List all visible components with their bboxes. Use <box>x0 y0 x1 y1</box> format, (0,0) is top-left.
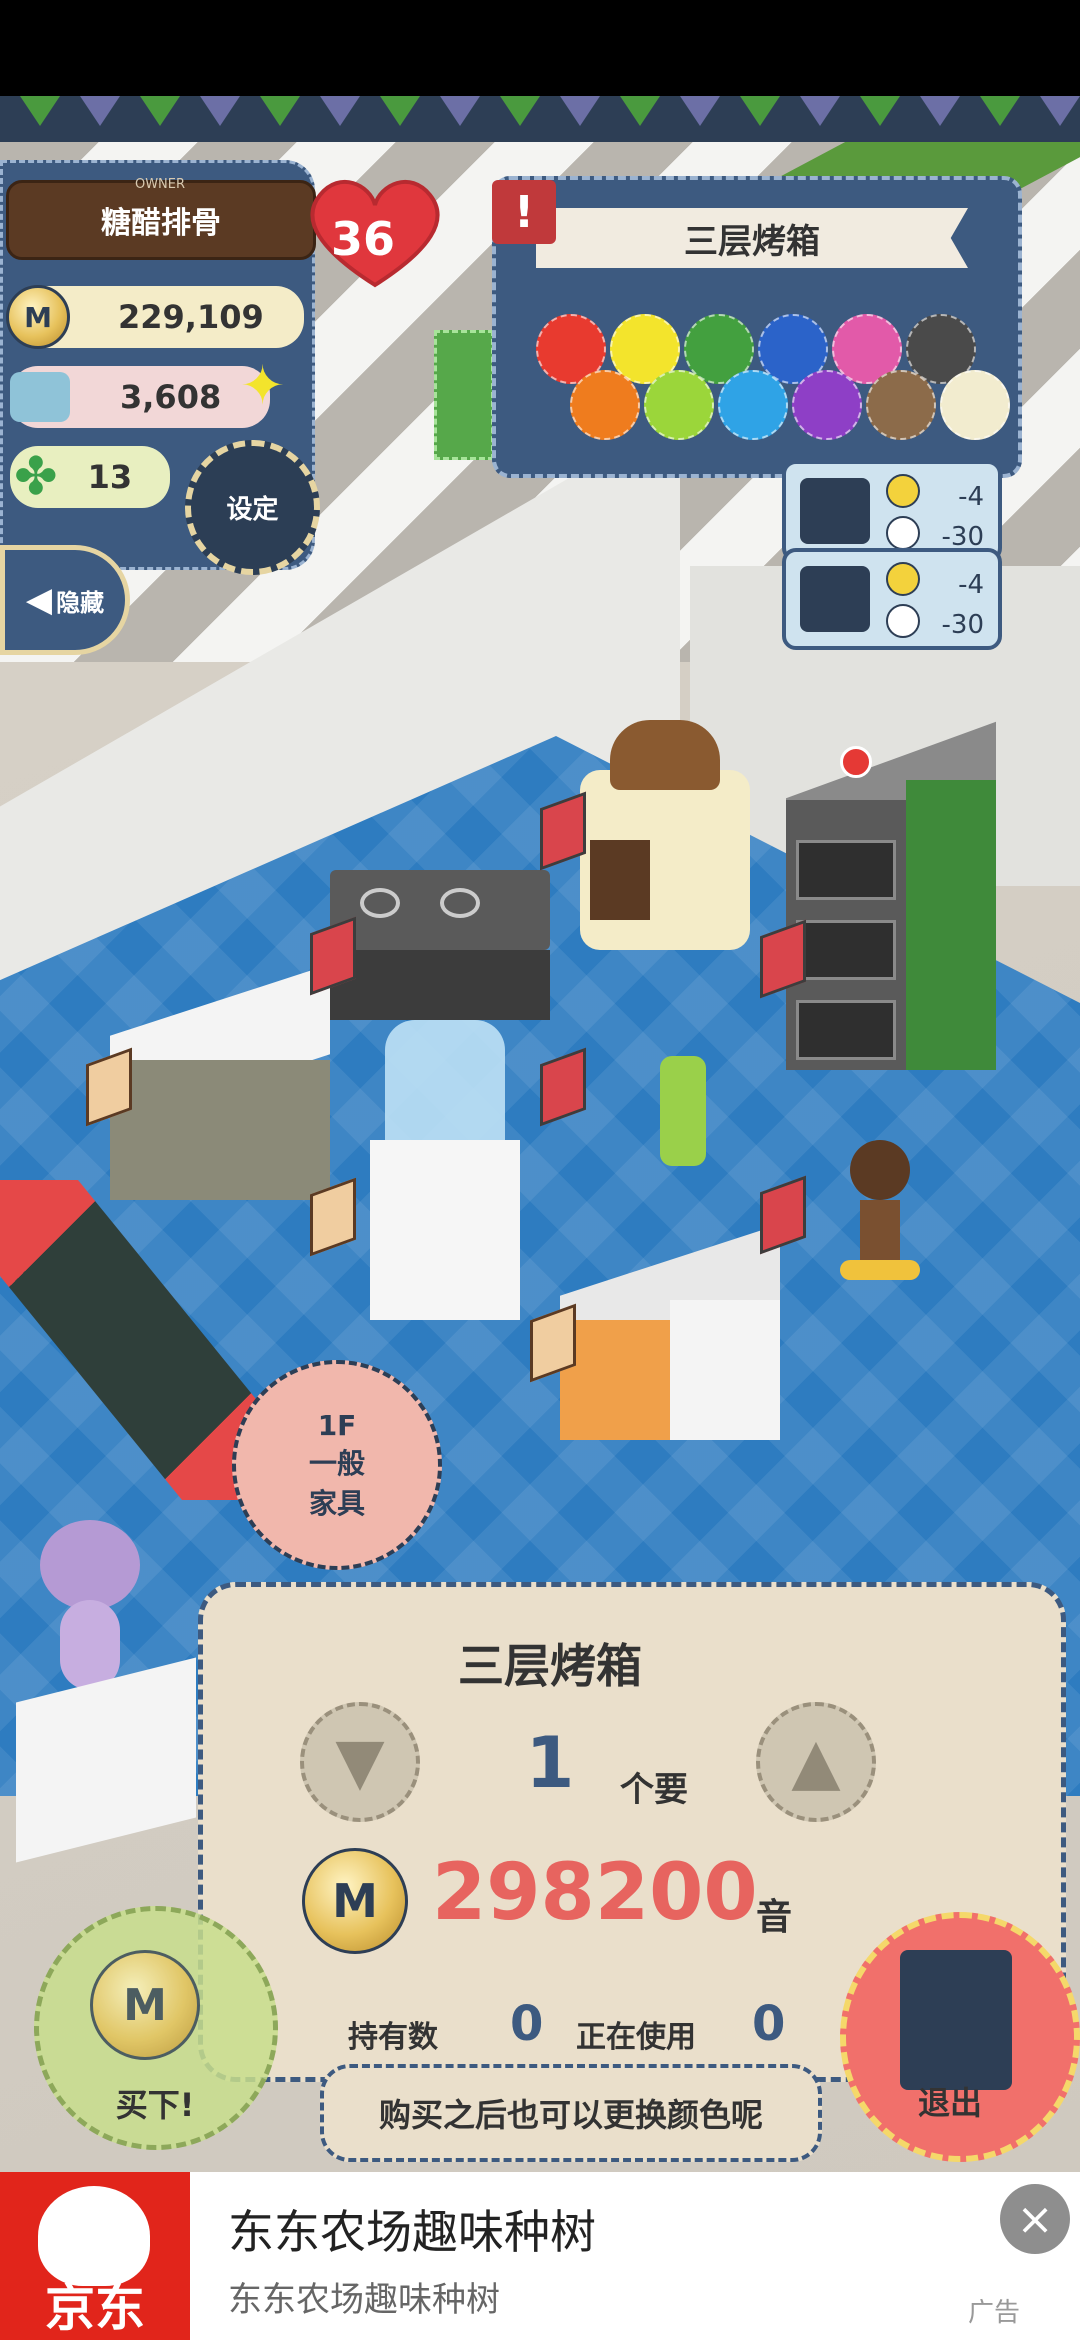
ad-title[interactable]: 东东农场趣味种树 <box>228 2196 596 2262</box>
increase-quantity-button[interactable]: ▲ <box>756 1702 876 1822</box>
effect-time-value: -30 <box>941 610 984 640</box>
ad-subtitle[interactable]: 东东农场趣味种树 <box>228 2272 500 2321</box>
alert-badge: ! <box>492 180 556 244</box>
owned-label: 持有数 <box>348 2020 438 2055</box>
decrease-quantity-button[interactable]: ▼ <box>300 1702 420 1822</box>
rice-cooker-furniture[interactable] <box>560 720 760 950</box>
sparkle-icon: ✦ <box>240 354 286 417</box>
settings-label: 设定 <box>226 495 279 525</box>
green-sign-furniture[interactable] <box>660 1056 706 1166</box>
color-change-tip: 购买之后也可以更换颜色呢 <box>320 2064 822 2162</box>
quantity-value: 1 <box>525 1722 575 1804</box>
microwave-icon <box>800 478 870 544</box>
close-icon: × <box>1016 2193 1054 2245</box>
back-arrow-icon: ◀ <box>25 580 53 620</box>
coffee-siphon-furniture[interactable] <box>840 1140 920 1290</box>
clover-counter: ✤ 13 <box>10 446 170 508</box>
bunting-decoration <box>0 96 1080 142</box>
owned-value: 0 <box>510 1996 544 2052</box>
in-use-label: 正在使用 <box>576 2020 696 2055</box>
item-counter: 3,608 <box>10 366 270 428</box>
jd-logo[interactable]: 京东 <box>0 2172 190 2340</box>
hide-button[interactable]: ◀ 隐藏 <box>0 545 130 655</box>
color-panel-title: 三层烤箱 <box>536 208 968 268</box>
ad-tag: 广告 <box>968 2298 1021 2328</box>
clover-value: 13 <box>87 458 133 496</box>
owner-caption: OWNER <box>134 177 186 192</box>
color-swatch-brown[interactable] <box>866 370 936 440</box>
water-dispenser-furniture[interactable] <box>370 1020 520 1320</box>
coin-value: 229,109 <box>118 298 264 336</box>
effect-mood-value: -4 <box>958 482 984 512</box>
settings-button[interactable]: 设定 <box>185 440 320 575</box>
price-unit: 音 <box>756 1897 793 1938</box>
clover-icon: ✤ <box>14 447 58 507</box>
exit-door-icon <box>900 1950 1012 2090</box>
color-swatch-sky-blue[interactable] <box>718 370 788 440</box>
arrow-down-icon: ▼ <box>335 1725 385 1799</box>
quantity-unit: 个要 <box>620 1770 688 1810</box>
arrow-up-icon: ▲ <box>791 1725 841 1799</box>
color-swatch-cream[interactable] <box>940 370 1010 440</box>
category-line-1: 一般 <box>308 1446 365 1480</box>
green-tab <box>434 330 494 460</box>
mood-icon <box>886 562 920 596</box>
stove-furniture[interactable] <box>330 870 550 1030</box>
buy-label: 买下! <box>115 2086 195 2124</box>
counter-furniture[interactable] <box>110 964 330 1210</box>
effect-card-microwave: -4 -30 <box>782 460 1002 562</box>
three-tier-oven-furniture[interactable] <box>786 721 996 1080</box>
floor-category-bubble[interactable]: 1F 一般 家具 <box>232 1360 442 1570</box>
hide-label: 隐藏 <box>56 588 105 617</box>
timer-icon <box>886 516 920 550</box>
price-coin-icon: M <box>302 1848 408 1954</box>
item-value: 3,608 <box>120 378 222 416</box>
effect-card-toaster: -4 -30 <box>782 548 1002 650</box>
color-swatch-lime[interactable] <box>644 370 714 440</box>
ad-close-button[interactable]: × <box>1000 2184 1070 2254</box>
color-swatches <box>536 314 1010 464</box>
coin-icon: M <box>6 285 70 349</box>
oven-pin-marker <box>840 746 872 778</box>
owner-name: 糖醋排骨 <box>101 206 221 241</box>
ad-brand: 京东 <box>45 2279 145 2337</box>
sink-furniture[interactable] <box>560 1224 780 1460</box>
category-line-2: 家具 <box>308 1486 365 1520</box>
toaster-icon <box>800 566 870 632</box>
exit-label: 退出 <box>917 2084 982 2122</box>
basket-icon <box>10 372 70 422</box>
color-swatch-purple[interactable] <box>792 370 862 440</box>
in-use-value: 0 <box>752 1996 786 2052</box>
effect-mood-value: -4 <box>958 570 984 600</box>
floor-label: 1F <box>317 1408 357 1442</box>
coin-counter: M 229,109 <box>6 285 304 349</box>
status-bar <box>0 0 1080 96</box>
timer-icon <box>886 604 920 638</box>
purchase-title: 三层烤箱 <box>458 1639 642 1693</box>
buy-coin-icon: M <box>90 1950 200 2060</box>
owner-level: 36 <box>330 212 395 266</box>
mood-icon <box>886 474 920 508</box>
color-swatch-orange[interactable] <box>570 370 640 440</box>
price-value: 298200 <box>432 1848 758 1938</box>
